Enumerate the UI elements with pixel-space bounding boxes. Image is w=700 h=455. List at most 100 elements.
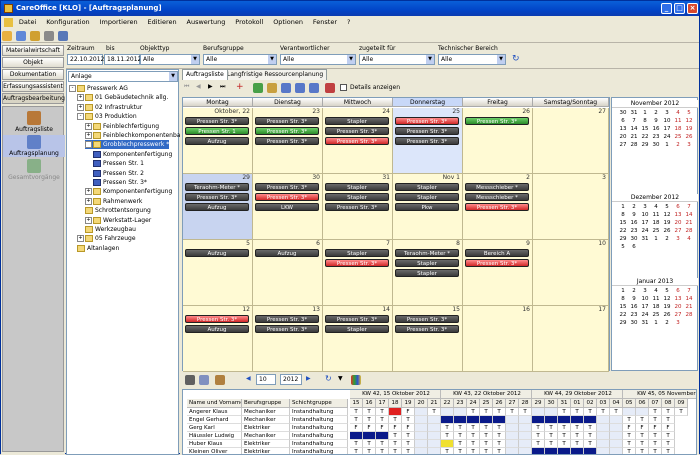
menu-optionen[interactable]: Optionen <box>273 18 303 26</box>
tab-ressourcenplanung[interactable]: Langfristige Ressourcenplanung <box>223 69 328 80</box>
appointment[interactable]: Pressen Str. 3* <box>255 117 319 125</box>
zoom-icon[interactable] <box>199 375 209 385</box>
mini-day[interactable]: 25 <box>673 134 683 141</box>
appointment[interactable]: Pressen Str. 3* <box>325 127 389 135</box>
zugeteilt-select[interactable]: Alle ▼ <box>359 54 435 65</box>
mini-day[interactable]: 17 <box>662 126 672 133</box>
schedule-cell[interactable]: T <box>493 424 506 432</box>
day-cell[interactable]: 8 Teraohm-Meter * Stapler Stapler <box>393 240 463 306</box>
schedule-cell[interactable] <box>376 432 389 440</box>
save-icon[interactable] <box>15 31 26 41</box>
mini-day[interactable]: 20 <box>673 220 683 227</box>
expander-icon[interactable]: - <box>77 113 84 121</box>
schedule-cell[interactable]: T <box>597 408 610 416</box>
schedule-cell[interactable]: F <box>376 424 389 432</box>
schedule-cell[interactable]: T <box>662 432 675 440</box>
day-cell[interactable]: 10 <box>533 240 609 306</box>
day-cell[interactable]: 6 Aufzug <box>253 240 323 306</box>
appointment[interactable]: Pressen Str. 3* <box>185 117 249 125</box>
schedule-cell[interactable]: T <box>454 440 467 448</box>
tree-node[interactable]: + Komponentenfertigung <box>85 187 172 196</box>
mini-day[interactable]: 16 <box>629 220 639 227</box>
schedule-cell[interactable] <box>415 432 428 440</box>
mini-day[interactable]: 27 <box>618 142 628 149</box>
mini-day[interactable]: 6 <box>618 118 628 125</box>
schedule-cell[interactable]: T <box>402 416 415 424</box>
minimize-button[interactable]: _ <box>661 3 672 14</box>
appointment[interactable]: Pressen Str. 3* <box>255 193 319 201</box>
mini-day[interactable]: 3 <box>673 320 683 327</box>
schedule-cell[interactable]: T <box>584 432 597 440</box>
mini-day[interactable]: 26 <box>662 312 672 319</box>
schedule-cell[interactable]: T <box>636 440 649 448</box>
schedule-cell[interactable] <box>480 416 493 424</box>
mini-day[interactable]: 1 <box>651 320 661 327</box>
schedule-cell[interactable]: T <box>610 408 623 416</box>
mini-day[interactable]: 30 <box>651 142 661 149</box>
mini-day[interactable]: 13 <box>673 212 683 219</box>
menu-importieren[interactable]: Importieren <box>100 18 138 26</box>
week-view-icon[interactable] <box>295 83 305 93</box>
refresh-icon[interactable]: ↻ <box>512 54 520 64</box>
schedule-cell[interactable]: T <box>467 432 480 440</box>
schedule-cell[interactable] <box>389 408 402 416</box>
schedule-cell[interactable]: F <box>623 424 636 432</box>
mini-day[interactable]: 10 <box>662 118 672 125</box>
schedule-cell[interactable]: T <box>636 432 649 440</box>
schedule-cell[interactable] <box>506 432 519 440</box>
day-cell[interactable]: 30 Pressen Str. 3* Pressen Str. 3* LKW <box>253 174 323 240</box>
schedule-cell[interactable] <box>441 408 454 416</box>
mini-day[interactable]: 29 <box>618 236 628 243</box>
mini-day[interactable]: 30 <box>629 236 639 243</box>
grid-column-header[interactable]: Schichtgruppe <box>290 399 348 408</box>
schedule-cell[interactable]: T <box>350 408 363 416</box>
first-icon[interactable]: ⏮ <box>184 83 189 91</box>
key-icon[interactable] <box>29 31 40 41</box>
mini-day[interactable]: 21 <box>684 304 694 311</box>
schedule-cell[interactable] <box>415 416 428 424</box>
tree-node[interactable]: Pressen Str. 1 <box>93 159 144 168</box>
objekttyp-select[interactable]: Alle ▼ <box>140 54 200 65</box>
calendar-icon[interactable] <box>215 375 225 385</box>
mini-day[interactable]: 24 <box>662 134 672 141</box>
schedule-cell[interactable] <box>441 416 454 424</box>
expander-icon[interactable]: - <box>69 85 76 92</box>
tree-node[interactable]: Altanlagen <box>77 244 119 253</box>
appointment[interactable]: Stapler <box>325 193 389 201</box>
to-date-field[interactable]: 18.11.2012 <box>104 54 141 65</box>
schedule-cell[interactable]: T <box>662 408 675 416</box>
mini-day[interactable]: 20 <box>618 134 628 141</box>
appointment[interactable]: Aufzug <box>185 203 249 211</box>
schedule-cell[interactable]: T <box>545 440 558 448</box>
schedule-cell[interactable] <box>597 416 610 424</box>
mini-day[interactable]: 12 <box>662 212 672 219</box>
appointment[interactable]: Pressen Str. 3* <box>255 315 319 323</box>
schedule-cell[interactable]: T <box>493 440 506 448</box>
schedule-cell[interactable]: T <box>363 408 376 416</box>
month-view-icon[interactable] <box>309 83 319 93</box>
mini-day[interactable]: 13 <box>618 126 628 133</box>
schedule-cell[interactable] <box>636 408 649 416</box>
mini-day[interactable]: 17 <box>640 220 650 227</box>
day-cell[interactable]: 27 <box>533 108 609 174</box>
appointment[interactable]: Pressen Str. 3* <box>255 183 319 191</box>
appointment[interactable]: Stapler <box>395 269 459 277</box>
row-name[interactable]: Häussler Ludwig <box>187 432 242 440</box>
mini-day[interactable]: 4 <box>673 110 683 117</box>
schedule-cell[interactable]: T <box>480 408 493 416</box>
menu-auswertung[interactable]: Auswertung <box>187 18 226 26</box>
nav-auftragsbearbeitung[interactable]: Auftragsbearbeitung <box>2 93 65 104</box>
appointment[interactable]: Pressen Str. 3* <box>325 137 389 145</box>
mini-day[interactable]: 2 <box>629 288 639 295</box>
schedule-cell[interactable]: T <box>662 416 675 424</box>
appointment[interactable]: Stapler <box>395 193 459 201</box>
mini-day[interactable]: 29 <box>618 320 628 327</box>
schedule-cell[interactable] <box>532 416 545 424</box>
tree-node[interactable]: + Feinblechkomponentenbau <box>85 131 184 140</box>
schedule-cell[interactable]: T <box>493 432 506 440</box>
day-cell[interactable]: 26 Pressen Str. 3* <box>463 108 533 174</box>
mini-day[interactable]: 26 <box>662 228 672 235</box>
schedule-cell[interactable] <box>545 416 558 424</box>
appointment[interactable]: Pressen Str. 3* <box>185 315 249 323</box>
appointment[interactable]: Bereich A <box>465 249 529 257</box>
